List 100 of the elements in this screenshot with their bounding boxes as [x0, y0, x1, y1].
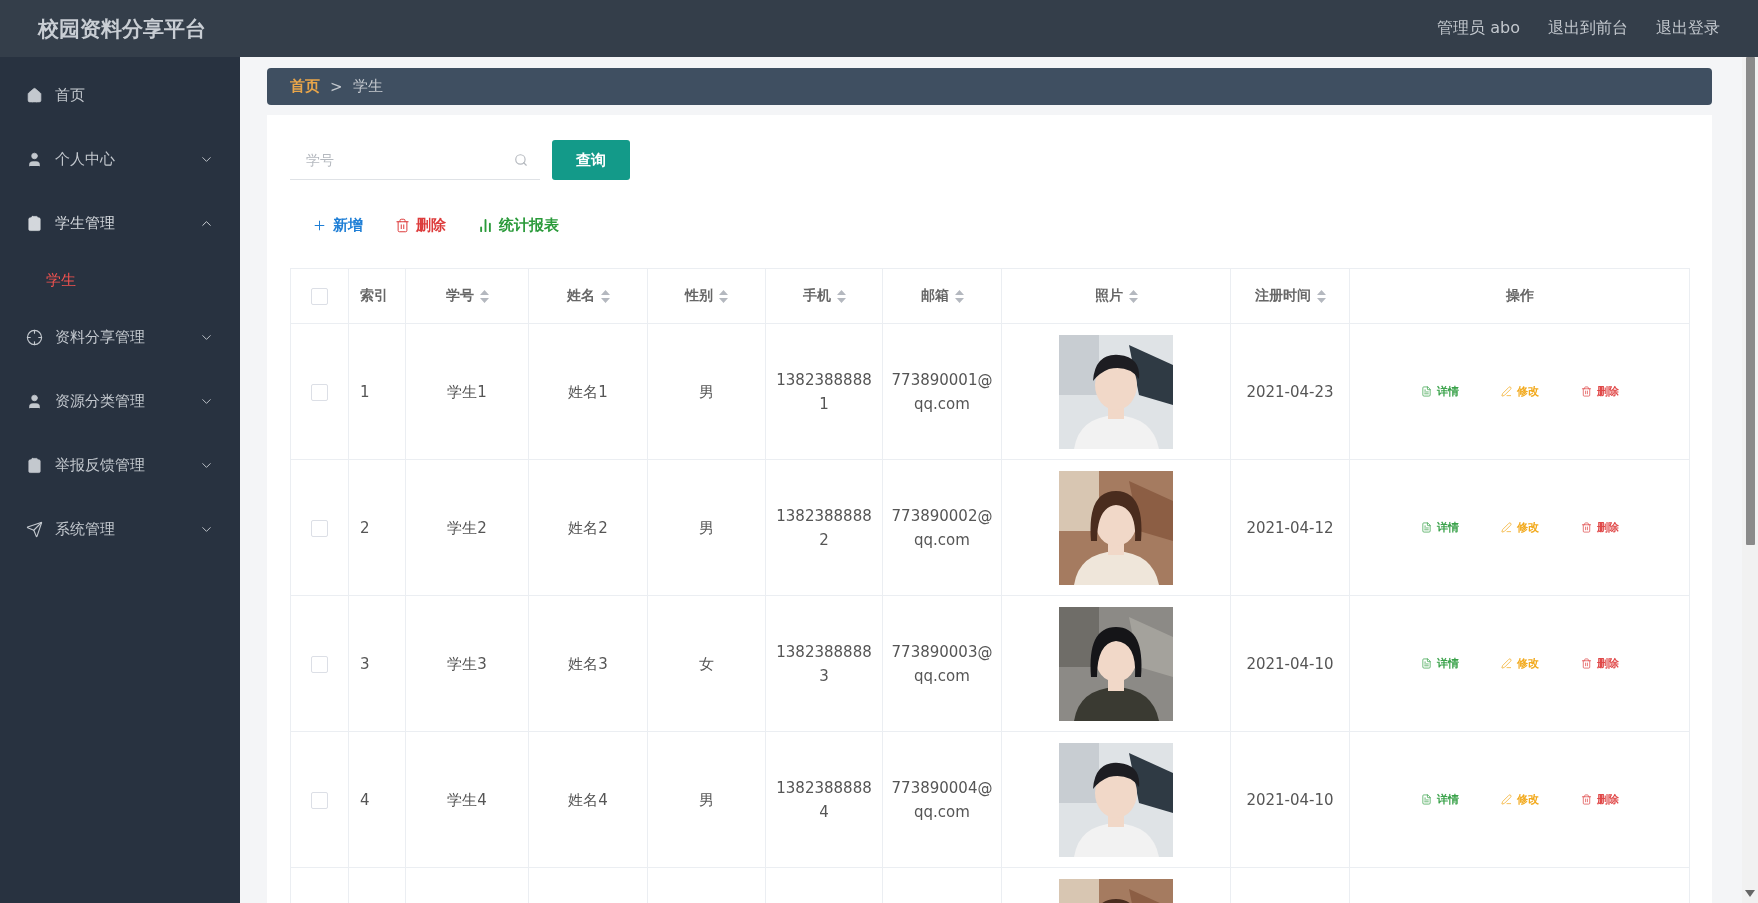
delete-button[interactable]: 删除	[1578, 790, 1621, 809]
search-field[interactable]: 学号	[290, 140, 540, 180]
trash-icon	[1580, 386, 1592, 397]
sidebar-item[interactable]: 系统管理	[0, 497, 240, 561]
pencil-icon	[1500, 658, 1512, 669]
crosshair-icon	[26, 328, 43, 346]
pencil-icon	[1500, 386, 1512, 397]
column-header: 操作	[1505, 287, 1534, 303]
table-cell: 13823888882	[776, 506, 872, 549]
table-cell: 773890003@qq.com	[891, 642, 993, 685]
sidebar-item[interactable]: 首页	[0, 63, 240, 127]
pencil-icon	[1500, 794, 1512, 805]
table-cell: 2021-04-10	[1246, 654, 1334, 673]
user-icon	[26, 150, 43, 168]
table-cell: 学生2	[447, 518, 487, 537]
sort-icon[interactable]	[479, 289, 489, 303]
table-cell: 姓名3	[568, 654, 608, 673]
delete-button[interactable]: 删除	[1578, 382, 1621, 401]
pencil-icon	[1500, 522, 1512, 533]
table-cell: 13823888883	[776, 642, 872, 685]
sort-icon[interactable]	[954, 289, 964, 303]
table-cell: 773890004@qq.com	[891, 778, 993, 821]
app-title: 校园资料分享平台	[38, 15, 206, 43]
column-header[interactable]: 性别	[685, 287, 713, 303]
column-header[interactable]: 注册时间	[1254, 287, 1311, 303]
sort-icon[interactable]	[1128, 289, 1138, 303]
document-icon	[1420, 794, 1432, 805]
table-cell: 姓名1	[568, 382, 608, 401]
sort-icon[interactable]	[1316, 289, 1326, 303]
breadcrumb-item: 学生	[352, 77, 383, 96]
column-header[interactable]: 手机	[802, 287, 831, 303]
header-link[interactable]: 退出登录	[1656, 18, 1720, 39]
checkbox[interactable]	[311, 383, 328, 401]
table-cell: 男	[699, 790, 714, 809]
table-cell: 13823888884	[776, 778, 872, 821]
checkbox[interactable]	[311, 655, 328, 673]
table-cell: 女	[699, 654, 714, 673]
document-icon	[1420, 386, 1432, 397]
delete-button[interactable]: 删除	[1578, 518, 1621, 537]
table-cell: 学生3	[447, 654, 487, 673]
header-link[interactable]: 退出到前台	[1548, 18, 1628, 39]
sidebar-item[interactable]: 举报反馈管理	[0, 433, 240, 497]
table-cell: 4	[360, 790, 370, 809]
document-icon	[1420, 522, 1432, 533]
plus-icon	[312, 217, 327, 233]
table-cell: 学生4	[447, 790, 487, 809]
header-link[interactable]: 管理员 abo	[1437, 18, 1520, 39]
table-cell: 姓名2	[568, 518, 608, 537]
table-cell: 男	[699, 518, 714, 537]
column-header: 索引	[360, 287, 388, 303]
column-header[interactable]: 姓名	[566, 287, 595, 303]
sidebar-item[interactable]: 资料分享管理	[0, 305, 240, 369]
column-header[interactable]: 学号	[445, 287, 474, 303]
add-button[interactable]: 新增	[310, 211, 365, 239]
report-button[interactable]: 统计报表	[476, 211, 561, 239]
table-cell: 2021-04-10	[1246, 790, 1334, 809]
trash-icon	[1580, 658, 1592, 669]
table-cell: 男	[699, 382, 714, 401]
table-cell: 773890001@qq.com	[891, 370, 993, 413]
sort-icon[interactable]	[600, 289, 610, 303]
checkbox[interactable]	[311, 519, 328, 537]
table-cell: 2021-04-23	[1246, 382, 1334, 401]
delete-button[interactable]: 删除	[1578, 654, 1621, 673]
table-cell: 2	[360, 518, 370, 537]
table-cell: 13823888881	[776, 370, 872, 413]
detail-button[interactable]: 详情	[1418, 382, 1461, 401]
breadcrumb-separator: >	[330, 77, 343, 96]
checkbox[interactable]	[311, 287, 328, 305]
table-cell: 学生1	[447, 382, 487, 401]
sidebar-item[interactable]: 学生管理	[0, 191, 240, 255]
sidebar-item[interactable]: 个人中心	[0, 127, 240, 191]
table-cell: 773890002@qq.com	[891, 506, 993, 549]
breadcrumb-item[interactable]: 首页	[290, 77, 320, 96]
table-cell: 2021-04-12	[1246, 518, 1334, 537]
scrollbar[interactable]	[1742, 57, 1758, 903]
query-button[interactable]: 查询	[552, 140, 630, 180]
detail-button[interactable]: 详情	[1418, 790, 1461, 809]
search-icon	[514, 153, 528, 167]
sidebar-subitem[interactable]: 学生	[0, 255, 240, 305]
column-header[interactable]: 邮箱	[920, 287, 949, 303]
detail-button[interactable]: 详情	[1418, 654, 1461, 673]
user-icon	[26, 392, 43, 410]
detail-button[interactable]: 详情	[1418, 518, 1461, 537]
send-icon	[26, 520, 43, 538]
clipboard-icon	[26, 456, 43, 474]
sidebar-item[interactable]: 资源分类管理	[0, 369, 240, 433]
bar-chart-icon	[478, 217, 493, 233]
table-cell: 1	[360, 382, 370, 401]
scroll-down-icon[interactable]	[1745, 890, 1755, 897]
table-cell: 姓名4	[568, 790, 608, 809]
trash-icon	[395, 217, 410, 233]
column-header[interactable]: 照片	[1094, 287, 1123, 303]
sort-icon[interactable]	[836, 289, 846, 303]
checkbox[interactable]	[311, 791, 328, 809]
table-cell: 3	[360, 654, 370, 673]
delete-button[interactable]: 删除	[393, 211, 448, 239]
clipboard-check-icon	[26, 214, 43, 232]
sort-icon[interactable]	[719, 289, 728, 303]
document-icon	[1420, 658, 1432, 669]
trash-icon	[1580, 794, 1592, 805]
